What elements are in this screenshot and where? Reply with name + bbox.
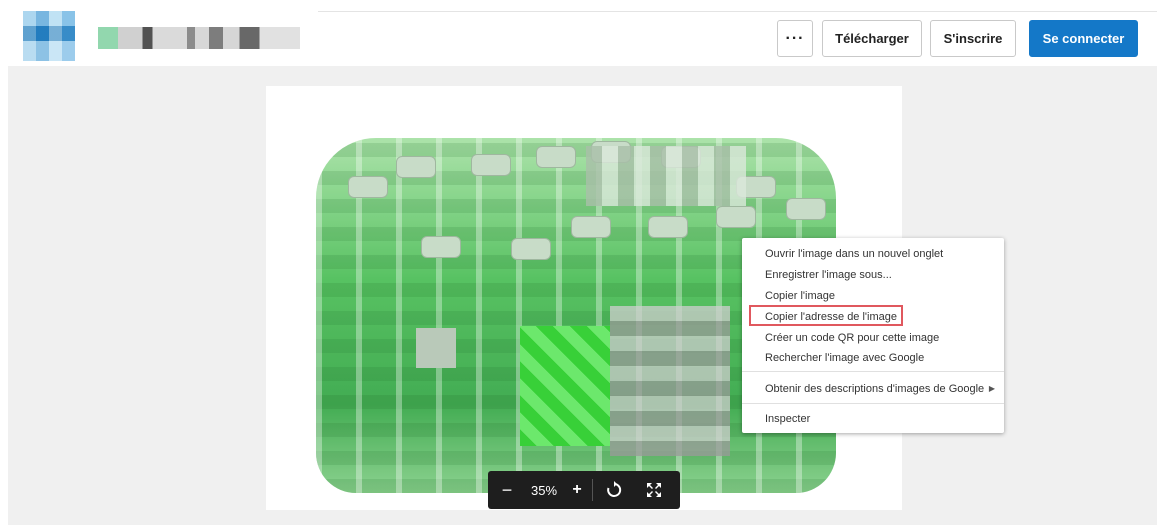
ctx-get-image-descriptions-label: Obtenir des descriptions d'images de Goo… (765, 383, 985, 395)
ctx-inspect[interactable]: Inspecter (742, 409, 1004, 429)
bottle-cap (471, 154, 511, 176)
bottle-cap (716, 206, 756, 228)
ctx-separator (742, 403, 1004, 404)
zoom-divider (592, 479, 593, 501)
bottle-cap (536, 146, 576, 168)
bottle-cap (648, 216, 688, 238)
rotate-icon[interactable] (602, 471, 626, 509)
bottle-cap (348, 176, 388, 198)
ctx-get-image-descriptions[interactable]: Obtenir des descriptions d'images de Goo… (742, 379, 1004, 399)
ctx-copy-image[interactable]: Copier l'image (742, 286, 1004, 306)
zoom-level: 35% (530, 482, 558, 498)
site-logo[interactable] (23, 11, 75, 61)
more-options-button[interactable]: ··· (777, 20, 813, 57)
signup-button[interactable]: S'inscrire (930, 20, 1016, 57)
bottle-cap (511, 238, 551, 260)
pixelated-label-gray (610, 306, 730, 456)
bottle-cap (571, 216, 611, 238)
ctx-create-qr-code[interactable]: Créer un code QR pour cette image (742, 328, 1004, 348)
download-button[interactable]: Télécharger (822, 20, 922, 57)
bottle-cap (421, 236, 461, 258)
ctx-search-image-google[interactable]: Rechercher l'image avec Google (742, 348, 1004, 368)
pixelated-label-top (586, 146, 746, 206)
zoom-out-button[interactable]: − (498, 471, 516, 509)
login-button[interactable]: Se connecter (1029, 20, 1138, 57)
zoom-toolbar: − 35% + (488, 471, 680, 509)
pixelated-label-small (416, 328, 456, 368)
top-divider (318, 11, 1157, 12)
bottle-cap (786, 198, 826, 220)
fullscreen-icon[interactable] (642, 471, 666, 509)
highlight-box-copy-image-address (749, 305, 903, 326)
bottle-cap (396, 156, 436, 178)
submenu-arrow-icon: ▶ (988, 384, 995, 393)
ctx-separator (742, 371, 1004, 372)
brand-name-pixelated[interactable] (98, 27, 300, 49)
pixelated-label-green (520, 326, 610, 446)
context-menu: Ouvrir l'image dans un nouvel onglet Enr… (742, 238, 1004, 433)
ctx-open-new-tab[interactable]: Ouvrir l'image dans un nouvel onglet (742, 244, 1004, 264)
top-bar: ··· Télécharger S'inscrire Se connecter (0, 0, 1157, 66)
zoom-in-button[interactable]: + (568, 471, 586, 509)
ctx-save-image-as[interactable]: Enregistrer l'image sous... (742, 265, 1004, 285)
